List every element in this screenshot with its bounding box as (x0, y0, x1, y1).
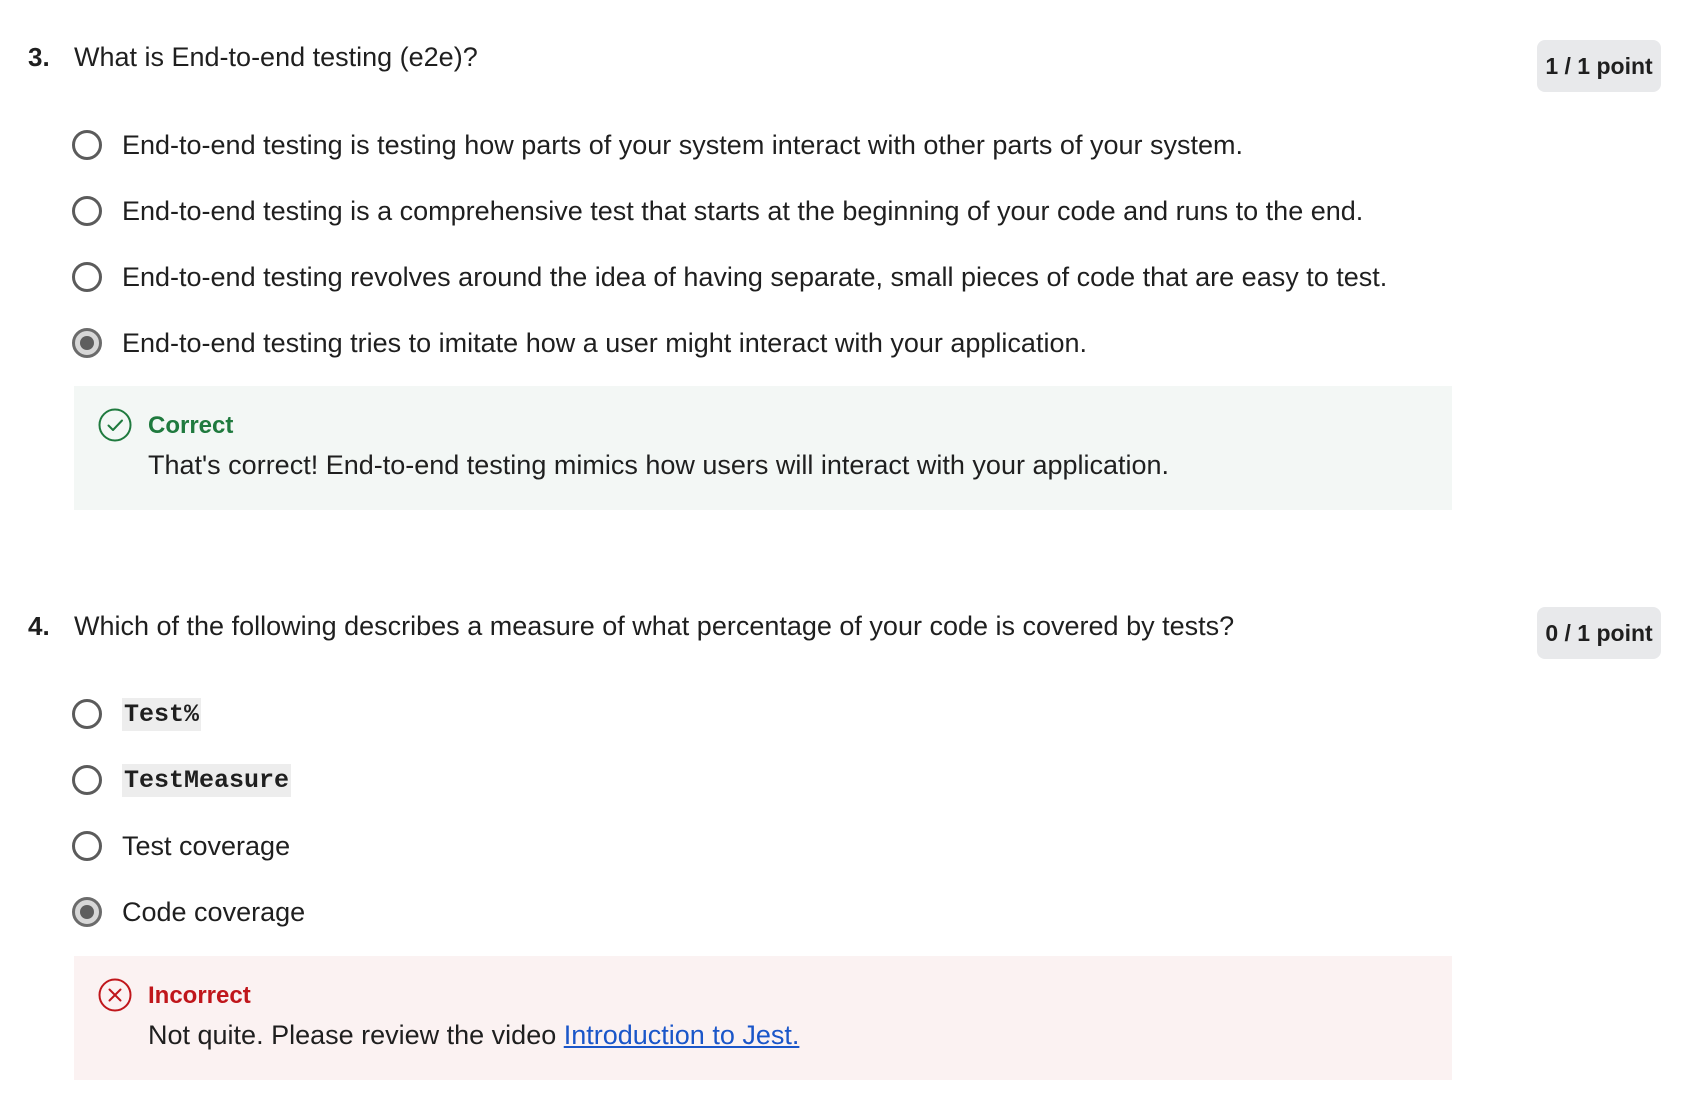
option-label: Test coverage (122, 830, 291, 861)
feedback-incorrect: Incorrect Not quite. Please review the v… (74, 956, 1452, 1080)
answer-option[interactable]: TestMeasure (72, 760, 292, 800)
answer-option[interactable]: End-to-end testing revolves around the i… (72, 257, 1387, 297)
check-circle-icon (98, 408, 132, 442)
radio-button[interactable] (72, 130, 102, 160)
radio-button-selected[interactable] (72, 328, 102, 358)
x-circle-icon (98, 978, 132, 1012)
option-label: End-to-end testing revolves around the i… (122, 261, 1388, 292)
radio-button[interactable] (72, 831, 102, 861)
radio-button[interactable] (72, 196, 102, 226)
feedback-correct: Correct That's correct! End-to-end testi… (74, 386, 1452, 510)
answer-option[interactable]: End-to-end testing is a comprehensive te… (72, 191, 1363, 231)
feedback-message: Not quite. Please review the video (148, 1020, 564, 1050)
feedback-status: Correct (148, 412, 234, 439)
question-number: 4. (28, 611, 50, 641)
option-label-code: Test% (122, 697, 202, 731)
review-video-link[interactable]: Introduction to Jest. (564, 1020, 800, 1050)
points-badge: 0 / 1 point (1537, 607, 1661, 659)
answer-option[interactable]: Test coverage (72, 826, 290, 866)
question-number: 3. (28, 42, 50, 72)
question-text: Which of the following describes a measu… (74, 611, 1235, 641)
radio-button[interactable] (72, 765, 102, 795)
answer-option[interactable]: Code coverage (72, 892, 305, 932)
feedback-message-container: Not quite. Please review the video Intro… (148, 1020, 799, 1051)
feedback-message: That's correct! End-to-end testing mimic… (148, 450, 1170, 480)
feedback-status: Incorrect (148, 982, 251, 1009)
option-label-code: TestMeasure (122, 763, 292, 797)
option-label: End-to-end testing is a comprehensive te… (122, 195, 1364, 226)
radio-button[interactable] (72, 262, 102, 292)
radio-button[interactable] (72, 699, 102, 729)
option-label: End-to-end testing is testing how parts … (122, 129, 1243, 160)
answer-option[interactable]: End-to-end testing tries to imitate how … (72, 323, 1087, 363)
points-badge: 1 / 1 point (1537, 40, 1661, 92)
option-label: End-to-end testing tries to imitate how … (122, 327, 1087, 358)
answer-option[interactable]: End-to-end testing is testing how parts … (72, 125, 1243, 165)
radio-button-selected[interactable] (72, 897, 102, 927)
answer-option[interactable]: Test% (72, 694, 202, 734)
question-text: What is End-to-end testing (e2e)? (74, 42, 478, 72)
option-label: Code coverage (122, 896, 306, 927)
